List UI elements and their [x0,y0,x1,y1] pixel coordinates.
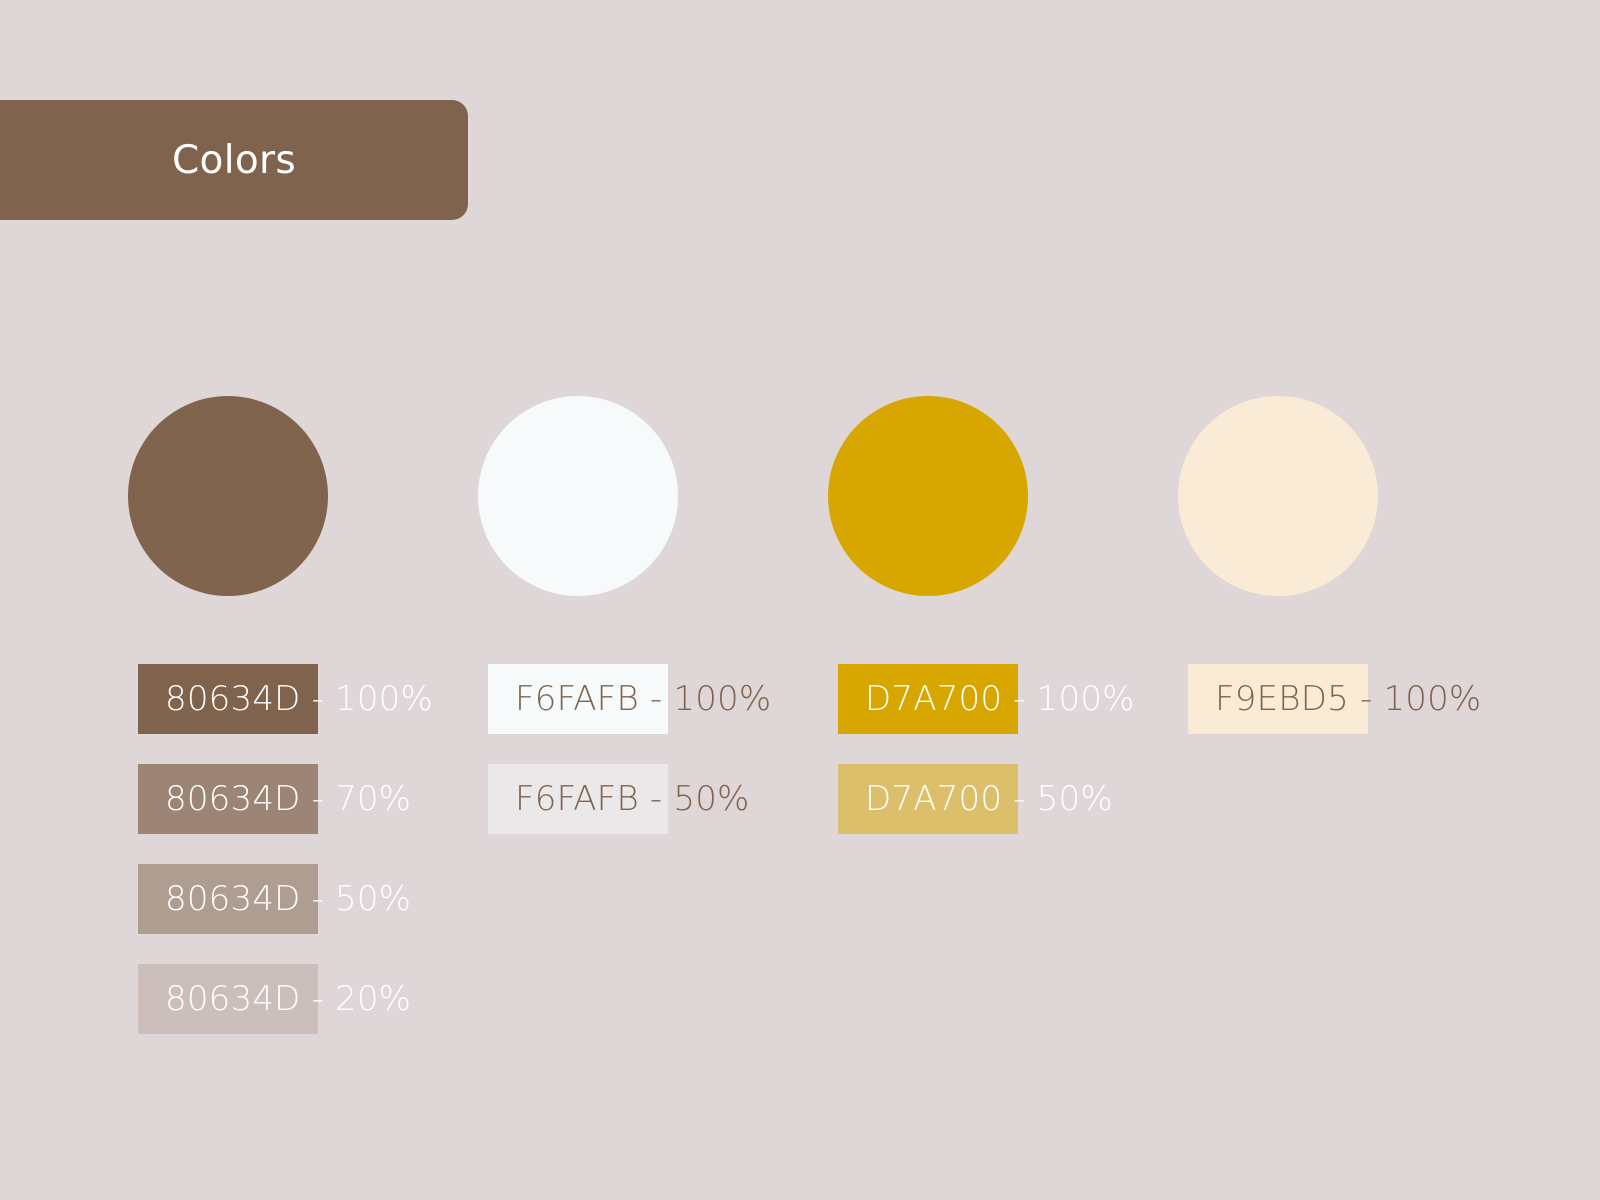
swatch-row: D7A700 - 100% [838,664,1168,734]
swatch-row: 80634D - 50% [138,864,468,934]
color-circle [1178,396,1378,596]
color-circle [478,396,678,596]
swatch-row: F6FAFB - 50% [488,764,818,834]
color-circle [828,396,1028,596]
swatch-label: F6FAFB - 50% [515,779,750,819]
swatch-label: F9EBD5 - 100% [1215,679,1482,719]
swatch-row: F6FAFB - 100% [488,664,818,734]
color-circle [128,396,328,596]
swatch-label: 80634D - 70% [165,779,412,819]
swatch-row: 80634D - 70% [138,764,468,834]
swatch-row: F9EBD5 - 100% [1188,664,1518,734]
swatch-label: F6FAFB - 100% [515,679,772,719]
swatch-label: 80634D - 50% [165,879,412,919]
colors-title-tab: Colors [0,100,468,220]
swatch-label: 80634D - 100% [165,679,434,719]
swatch-row: 80634D - 100% [138,664,468,734]
swatch-label: 80634D - 20% [165,979,412,1019]
swatch-label: D7A700 - 50% [865,779,1113,819]
swatch-label: D7A700 - 100% [865,679,1135,719]
swatch-row: D7A700 - 50% [838,764,1168,834]
page-title: Colors [172,137,296,183]
swatch-row: 80634D - 20% [138,964,468,1034]
